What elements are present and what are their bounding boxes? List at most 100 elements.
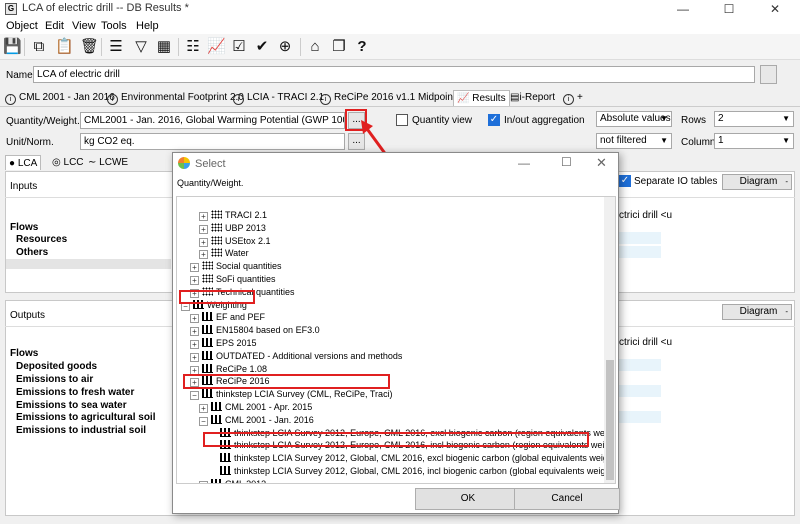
menu-help[interactable]: Help [136,20,159,32]
tab-environmental-footprint[interactable]: i Environmental Footprint 2.0 [107,90,244,106]
tab-i-report[interactable]: ▤i-Report [510,90,555,106]
tab-traci[interactable]: i LCIA - TRACI 2.1 [233,90,324,106]
expand-icon[interactable]: + [190,314,199,324]
tree-item-label: Social quantities [216,261,282,272]
outputs-col-header: ctrici drill <u [619,337,673,348]
help-icon[interactable]: ? [353,38,371,56]
expand-icon[interactable]: + [190,340,199,349]
expand-icon[interactable]: + [199,480,208,483]
tab-add[interactable]: i + [563,90,583,106]
chart-icon: 📈 [457,93,470,104]
expand-icon[interactable]: + [190,327,199,337]
chart-icon[interactable]: 📈 [207,38,226,56]
tree-row[interactable]: + EPS 2015 [190,337,257,350]
inout-aggregation-checkbox[interactable]: ✓ [488,114,500,126]
circle-info-icon: i [5,94,16,105]
close-icon[interactable]: ✕ [752,0,798,18]
menu-view[interactable]: View [72,20,96,32]
ok-button[interactable]: OK [415,488,521,510]
quantity-input[interactable]: CML2001 - Jan. 2016, Global Warming Pote… [80,112,345,129]
list-icon[interactable]: ☰ [107,38,125,56]
dialog-maximize-icon[interactable]: ☐ [561,155,572,169]
expand-icon[interactable]: + [199,250,208,260]
outputs-diagram-button[interactable]: Diagram - [722,304,792,320]
filter-icon[interactable]: ▽ [132,38,150,56]
quantity-icon [202,261,213,271]
tree-item-label: thinkstep LCIA Survey (CML, ReCiPe, Trac… [216,389,393,400]
tree-row[interactable]: + CML 2001 - Apr. 2015 [199,401,312,414]
unit-input[interactable]: kg CO2 eq. [80,133,345,150]
expand-icon[interactable]: + [199,237,208,247]
table-cell [619,246,661,258]
subtab-lcwe[interactable]: ∼ LCWE [88,155,128,170]
tree-row[interactable]: + CML 2013 [199,478,266,483]
tree-item-label: EF and PEF [216,312,266,323]
scrollbar-thumb[interactable] [606,360,614,480]
dialog-close-icon[interactable]: ✕ [596,155,607,171]
name-input[interactable]: LCA of electric drill [33,66,755,83]
cancel-button[interactable]: Cancel [514,488,620,510]
columns-select[interactable]: 1 ▼ [714,133,794,149]
tree-row[interactable]: + SoFi quantities [190,273,276,286]
delete-icon[interactable]: 🗑 [80,38,99,56]
expand-icon[interactable]: + [190,263,199,273]
copy-icon[interactable]: ⧉ [30,38,48,56]
tree-row[interactable]: + USEtox 2.1 [199,235,271,248]
inputs-row-others: Others [16,247,49,258]
expand-icon[interactable]: + [199,212,208,221]
tree-row[interactable]: +thinkstep LCIA Survey 2012, Global, CML… [208,452,615,465]
filter-select[interactable]: not filtered ▼ [596,133,672,149]
tab-recipe-2016[interactable]: i ReCiPe 2016 v1.1 Midpoint (H) [320,90,472,106]
sliders-icon[interactable]: ☷ [184,38,202,56]
paste-icon[interactable]: 📋 [55,38,74,56]
weighting-icon [211,414,222,424]
tab-cml-2001[interactable]: i CML 2001 - Jan 2016 [5,90,115,106]
grid-icon[interactable]: ▦ [155,38,173,56]
dialog-minimize-icon[interactable]: — [518,156,530,170]
tree-item-label: Water [225,248,249,259]
subtab-lcc[interactable]: ◎ LCC [52,155,84,170]
inputs-diagram-button[interactable]: Diagram - [722,174,792,190]
quantity-icon [211,235,222,245]
toolbar-separator [24,38,25,56]
tree-row[interactable]: + Water [199,247,249,260]
windows-icon[interactable]: ❐ [330,38,348,56]
expand-icon[interactable]: + [190,276,199,285]
target-icon[interactable]: ⊕ [276,38,294,56]
tree-row[interactable]: + Social quantities [190,260,282,273]
values-select[interactable]: Absolute values ▼ [596,111,672,127]
quantity-icon [211,248,222,258]
menu-edit[interactable]: Edit [45,20,64,32]
separate-io-checkbox[interactable]: ✓ [619,175,631,187]
expand-icon[interactable]: + [199,224,208,234]
check-icon[interactable]: ✔ [253,38,271,56]
tree-row[interactable]: + EN15804 based on EF3.0 [190,324,320,337]
minimize-icon[interactable]: — [660,0,706,18]
tree-row[interactable]: + UBP 2013 [199,222,266,235]
maximize-icon[interactable]: ☐ [706,0,752,18]
tree-item-label: thinkstep LCIA Survey 2012, Global, CML … [234,466,616,476]
menu-tools[interactable]: Tools [101,20,127,32]
tree-row[interactable]: + OUTDATED - Additional versions and meth… [190,350,402,363]
chevron-down-icon: - [785,307,788,316]
rows-select[interactable]: 2 ▼ [714,111,794,127]
tab-results[interactable]: 📈 Results [453,90,510,106]
chevron-down-icon: ▼ [782,136,790,145]
expand-icon[interactable]: + [190,352,199,362]
tree-row[interactable]: − thinkstep LCIA Survey (CML, ReCiPe, Tra… [190,388,393,401]
save-icon[interactable]: 💾 [3,38,22,56]
menu-object[interactable]: Object [6,20,38,32]
expand-icon[interactable]: + [199,404,208,413]
note-icon[interactable] [760,65,777,84]
subtab-lca[interactable]: ● LCA [5,155,42,170]
tree-row[interactable]: + TRACI 2.1 [199,209,267,222]
scrollbar[interactable] [6,259,171,269]
clipboard-check-icon[interactable]: ☑ [230,38,248,56]
lcc-icon: ◎ [52,157,61,168]
tree-row[interactable]: +thinkstep LCIA Survey 2012, Global, CML… [208,465,616,478]
collapse-icon[interactable]: − [190,391,199,401]
tree-row[interactable]: + EF and PEF [190,311,265,324]
home-icon[interactable]: ⌂ [306,38,324,56]
tree-row[interactable]: − CML 2001 - Jan. 2016 [199,414,314,427]
collapse-icon[interactable]: − [199,416,208,426]
